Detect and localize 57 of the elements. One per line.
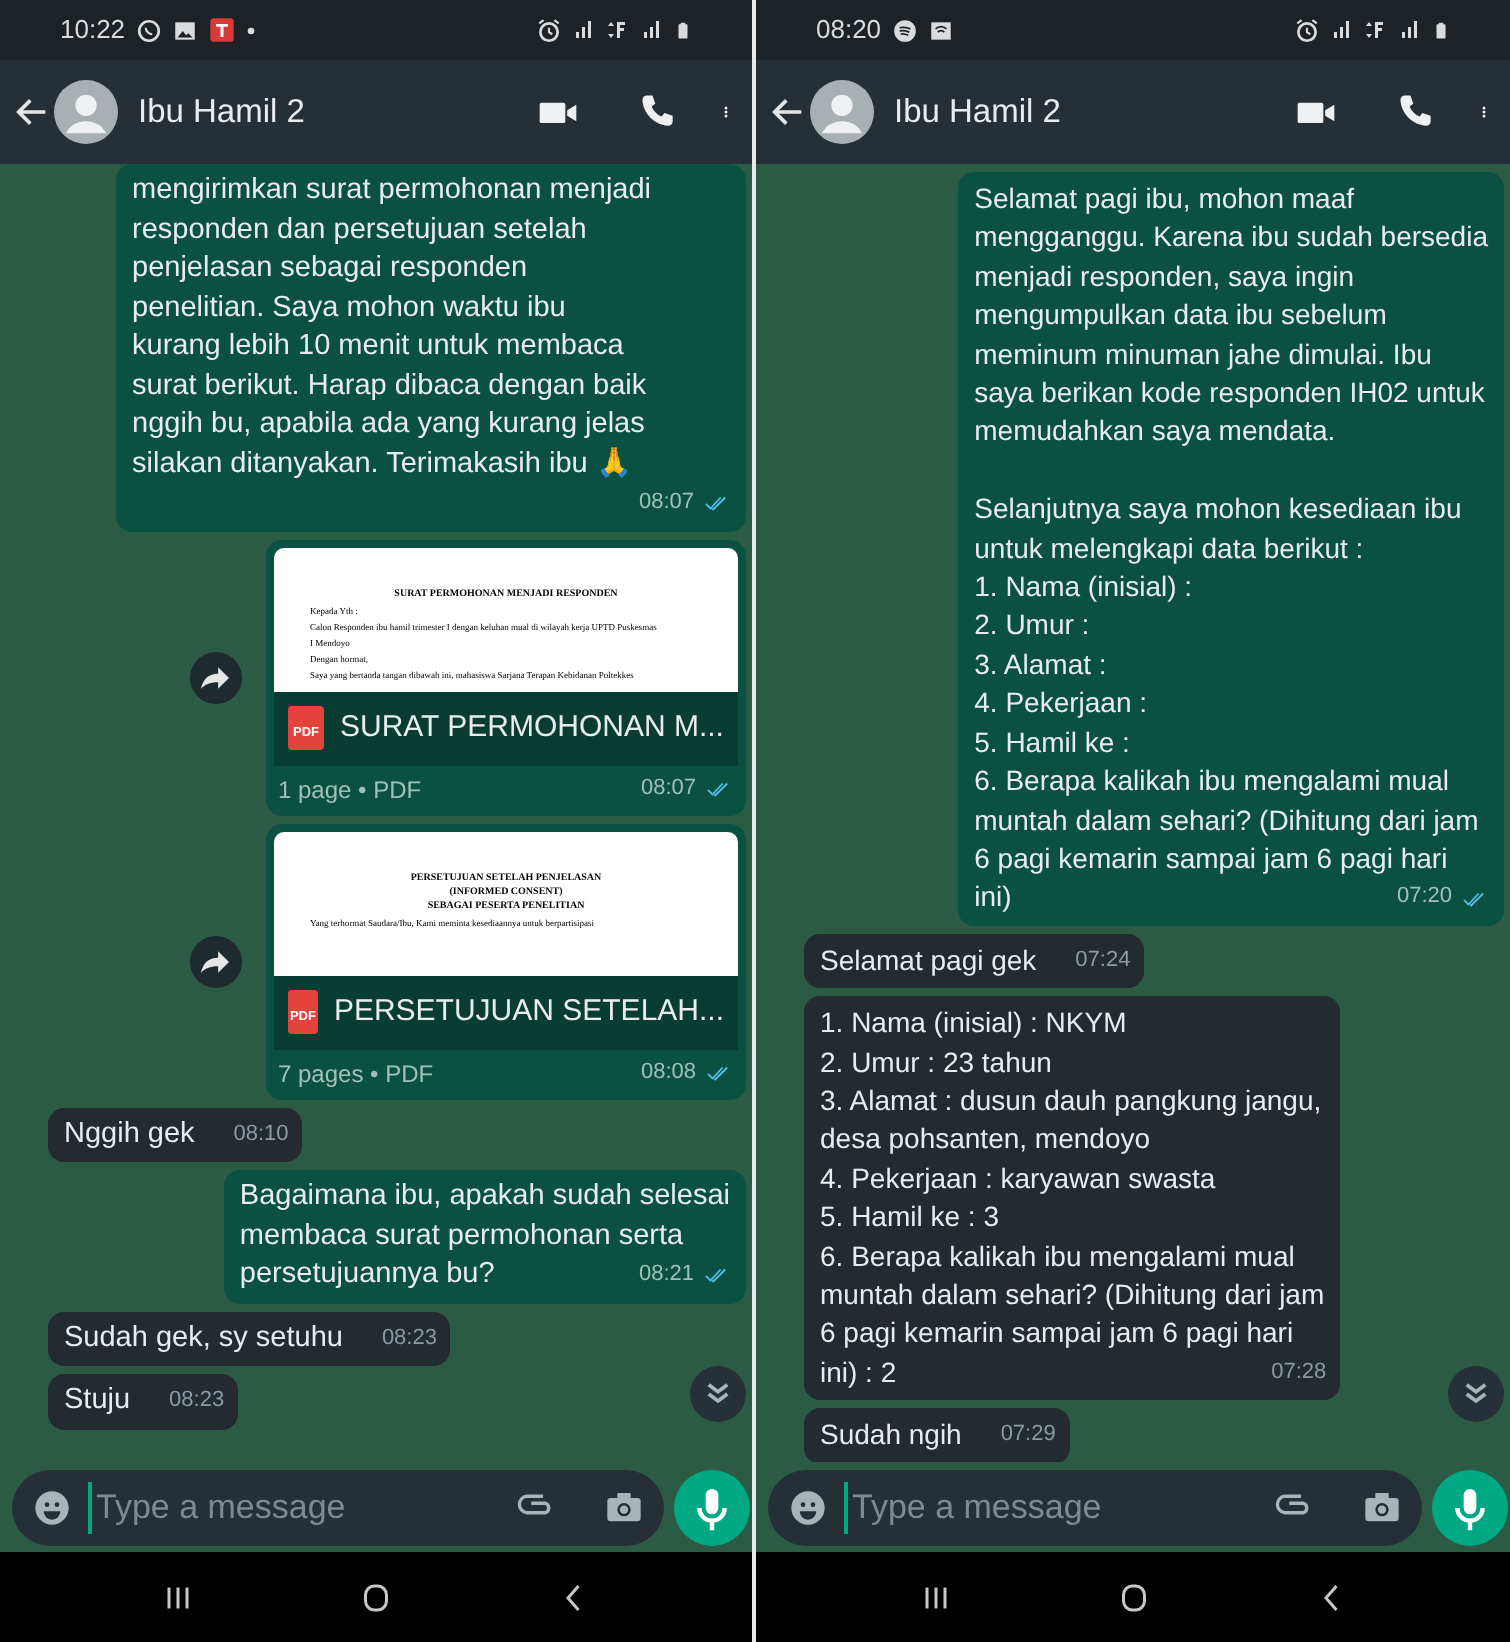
- scroll-down-icon[interactable]: [690, 1366, 746, 1422]
- chat-bubble-icon: [135, 17, 162, 43]
- scroll-down-icon[interactable]: [1448, 1366, 1504, 1422]
- alarm-icon: [536, 17, 562, 43]
- message-time: 07:29: [1000, 1420, 1056, 1451]
- message-time: 07:20: [1396, 882, 1452, 913]
- message-input-field[interactable]: Type a message: [768, 1470, 1422, 1546]
- avatar-icon[interactable]: [810, 80, 874, 144]
- message-time: 07:24: [1075, 945, 1131, 976]
- message-time: 08:21: [638, 1260, 694, 1290]
- status-time: 08:20: [816, 12, 882, 49]
- incoming-message: Sudah gek, sy setuhu 08:23: [48, 1311, 451, 1366]
- mobile-data-icon: [606, 18, 630, 42]
- message-time: 08:07: [640, 774, 696, 805]
- contact-name[interactable]: Ibu Hamil 2: [138, 87, 536, 137]
- file-details: 1 page • PDF: [278, 773, 422, 807]
- avatar-icon[interactable]: [54, 80, 118, 144]
- message-time: 08:23: [381, 1323, 437, 1353]
- app-icon: [207, 16, 236, 44]
- status-time: 10:22: [60, 12, 126, 49]
- dot-icon: [245, 25, 256, 35]
- battery-icon: [674, 17, 692, 43]
- incoming-message: Selamat pagi gek 07:24: [804, 933, 1145, 989]
- outgoing-message: mengirimkan surat permohonan menjadi responden dan persetujuan setelah penjelasan sebagai responden penelitian. Saya mohon waktu ibu kurang lebih 10 menit untuk membaca surat berikut. Harap dibaca dengan baik nggih bu, apabila ada yang kurang jelas silakan ditanyakan. Terimakasih ibu 🙏 08:07: [116, 164, 746, 531]
- mobile-data-icon: [1364, 18, 1388, 42]
- microphone-icon[interactable]: [674, 1470, 750, 1546]
- battery-icon: [1432, 17, 1450, 43]
- emoji-icon[interactable]: [788, 1488, 828, 1528]
- signal-icon: [640, 18, 664, 42]
- incoming-message: Sudah ngih 07:29: [804, 1408, 1070, 1462]
- message-time: 08:10: [233, 1119, 289, 1149]
- message-time: 08:07: [638, 488, 694, 518]
- emoji-icon[interactable]: [32, 1488, 72, 1528]
- forward-icon[interactable]: [190, 651, 242, 703]
- outgoing-message: Bagaimana ibu, apakah sudah selesai membaca surat permohonan serta persetujuannya bu? 08:21: [223, 1170, 746, 1303]
- incoming-message: Nggih gek 08:10: [48, 1107, 303, 1162]
- message-time: 07:28: [1271, 1357, 1327, 1388]
- message-input-field[interactable]: Type a message: [12, 1470, 664, 1546]
- message-time: 08:08: [640, 1058, 696, 1089]
- incoming-message: Stuju 08:23: [48, 1374, 239, 1429]
- file-name: PERSETUJUAN SETELAH...: [333, 991, 724, 1032]
- forward-icon[interactable]: [190, 935, 242, 987]
- document-message[interactable]: [266, 539, 746, 815]
- notification-icon: [927, 17, 954, 43]
- incoming-message: 1. Nama (inisial) : NKYM 2. Umur : 23 tahun 3. Alamat : dusun dauh pangkung jangu, desa pohsanten, mendoyo 4. Pekerjaan : karyawan swasta 5. Hamil ke : 3 6. Berapa kalikah ibu mengalami mual muntah dalam sehari? (Dihitung dari jam 6 pagi kemarin sampai jam 6 pagi hari ini) : 2 07:28: [804, 996, 1341, 1401]
- music-app-icon: [891, 17, 918, 43]
- signal-icon: [1398, 18, 1422, 42]
- file-name: SURAT PERMOHONAN M...: [340, 707, 724, 748]
- signal-icon: [1330, 18, 1354, 42]
- image-icon: [171, 17, 198, 43]
- contact-name[interactable]: Ibu Hamil 2: [894, 87, 1294, 137]
- signal-icon: [572, 18, 596, 42]
- microphone-icon[interactable]: [1432, 1470, 1508, 1546]
- message-time: 08:23: [169, 1386, 225, 1416]
- outgoing-message: Selamat pagi ibu, mohon maaf mengganggu. Karena ibu sudah bersedia menjadi responden, saya ingin mengumpulkan data ibu sebelum meminum minuman jahe dimulai. Ibu saya berikan kode responden IH02 untuk memudahkan saya mendata. Selanjutnya saya mohon kesediaan ibu untuk melengkapi data berikut : 1. Nama (inisial) : 2. Umur : 3. Alamat : 4. Pekerjaan : 5. Hamil ke : 6. Berapa kalikah ibu mengalami mual muntah dalam sehari? (Dihitung dari jam 6 pagi kemarin sampai jam 6 pagi hari ini) 07:20: [958, 172, 1504, 926]
- alarm-icon: [1294, 17, 1320, 43]
- file-details: 7 pages • PDF: [278, 1057, 434, 1091]
